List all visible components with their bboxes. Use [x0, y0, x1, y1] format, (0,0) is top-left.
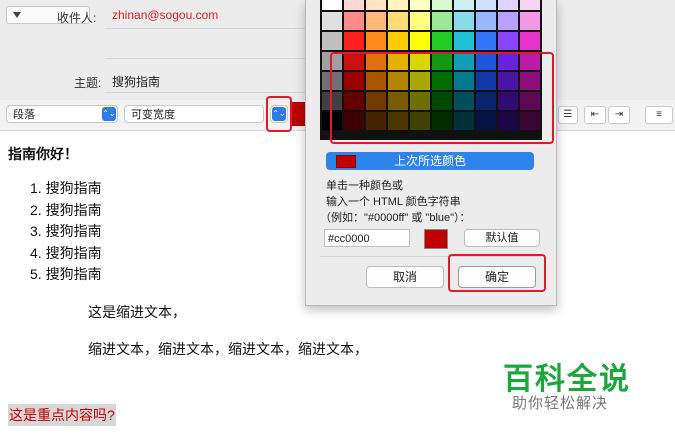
color-swatch[interactable]	[454, 32, 474, 50]
greeting-text: 指南你好！	[8, 146, 78, 162]
subject-label: 主题:	[74, 76, 102, 90]
color-swatch[interactable]	[366, 12, 386, 30]
cc-divider	[105, 58, 305, 59]
recent-color-chip	[336, 155, 356, 168]
hex-color-input[interactable]: #cc0000	[324, 229, 410, 247]
list-item: 4. 搜狗指南	[30, 244, 102, 261]
color-preview-well	[424, 229, 448, 249]
cancel-button[interactable]: 取消	[366, 266, 444, 288]
paragraph-style-value: 段落	[13, 109, 35, 121]
indent-icon: ⇥	[614, 109, 624, 120]
list-icon: ☰	[563, 109, 573, 120]
subject-divider	[105, 92, 305, 93]
color-swatch[interactable]	[410, 12, 430, 30]
align-icon: ≡	[656, 109, 662, 120]
color-swatch[interactable]	[388, 32, 408, 50]
color-swatch[interactable]	[520, 12, 540, 30]
color-swatch[interactable]	[454, 0, 474, 10]
color-picker-dialog: 上次所选颜色 单击一种颜色或 输入一个 HTML 颜色字符串 （例如："#000…	[305, 0, 557, 306]
list-button[interactable]: ☰	[558, 106, 578, 124]
color-swatch[interactable]	[476, 0, 496, 10]
recent-color-button[interactable]: 上次所选颜色	[326, 152, 534, 170]
highlight-frame-stepper	[266, 96, 292, 132]
disclosure-triangle-icon	[13, 12, 21, 18]
color-swatch[interactable]	[476, 32, 496, 50]
to-field[interactable]: zhinan@sogou.com	[112, 8, 218, 22]
popup-stepper-icon: ⌃⌄	[102, 107, 116, 121]
font-popup[interactable]: 可变宽度	[124, 105, 264, 123]
color-swatch[interactable]	[322, 32, 342, 50]
color-swatch[interactable]	[388, 12, 408, 30]
to-divider	[105, 28, 305, 29]
outdent-icon: ⇤	[590, 109, 600, 120]
highlighted-text: 这是重点内容吗?	[8, 404, 116, 426]
paragraph-style-popup[interactable]: 段落 ⌃⌄	[6, 105, 118, 123]
color-swatch[interactable]	[322, 0, 342, 10]
list-item: 5. 搜狗指南	[30, 266, 102, 282]
color-swatch[interactable]	[322, 12, 342, 30]
hint-line-1: 单击一种颜色或	[326, 180, 403, 192]
alignment-button[interactable]: ≡	[645, 106, 673, 124]
color-swatch[interactable]	[498, 12, 518, 30]
color-swatch[interactable]	[410, 0, 430, 10]
color-swatch[interactable]	[432, 0, 452, 10]
highlight-frame-ok	[448, 254, 546, 292]
color-swatch[interactable]	[344, 0, 364, 10]
color-swatch[interactable]	[366, 0, 386, 10]
color-swatch[interactable]	[432, 32, 452, 50]
list-item: 3. 搜狗指南	[30, 223, 102, 239]
recent-color-label: 上次所选颜色	[393, 154, 466, 168]
color-swatch[interactable]	[520, 32, 540, 50]
hint-line-2: 输入一个 HTML 颜色字符串	[326, 196, 461, 208]
indent-button[interactable]: ⇥	[608, 106, 630, 124]
to-label: 收件人:	[57, 11, 97, 25]
numbered-list: 1. 搜狗指南 2. 搜狗指南 3. 搜狗指南 4. 搜狗指南 5. 搜狗指南	[30, 178, 102, 286]
color-swatch[interactable]	[344, 12, 364, 30]
color-swatch[interactable]	[520, 0, 540, 10]
color-swatch[interactable]	[366, 32, 386, 50]
hint-line-3: （例如："#0000ff" 或 "blue"）：	[320, 212, 471, 224]
color-swatch[interactable]	[498, 32, 518, 50]
color-swatch[interactable]	[388, 0, 408, 10]
default-button[interactable]: 默认值	[464, 229, 540, 247]
font-popup-value: 可变宽度	[131, 109, 175, 121]
list-item: 2. 搜狗指南	[30, 201, 102, 218]
outdent-button[interactable]: ⇤	[584, 106, 606, 124]
subject-field[interactable]: 搜狗指南	[112, 73, 160, 90]
color-swatch[interactable]	[432, 12, 452, 30]
color-swatch[interactable]	[476, 12, 496, 30]
color-swatch[interactable]	[410, 32, 430, 50]
list-item: 1. 搜狗指南	[30, 180, 102, 196]
color-swatch[interactable]	[454, 12, 474, 30]
indented-line-2: 缩进文本，缩进文本，缩进文本，缩进文本，	[88, 341, 368, 357]
watermark-slogan: 助你轻松解决	[512, 395, 609, 412]
indented-line-1: 这是缩进文本，	[88, 304, 186, 320]
text-color-button[interactable]	[292, 102, 305, 126]
color-swatch[interactable]	[498, 0, 518, 10]
highlight-frame-palette	[330, 52, 554, 144]
color-swatch[interactable]	[344, 32, 364, 50]
